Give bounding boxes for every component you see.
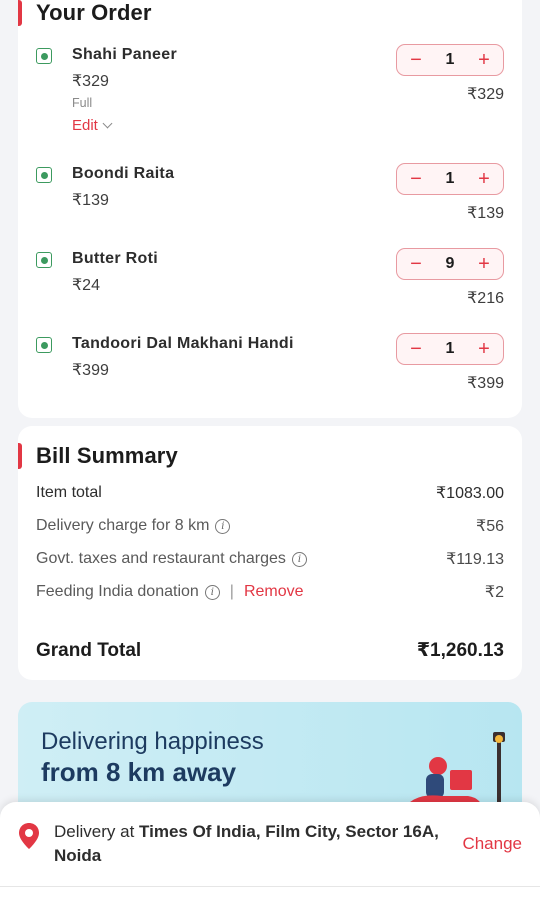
taxes-label-group: Govt. taxes and restaurant charges i: [36, 550, 307, 568]
taxes-label: Govt. taxes and restaurant charges: [36, 550, 286, 567]
location-pin-icon: [19, 823, 39, 849]
donation-row: Feeding India donation i | Remove ₹2: [36, 582, 504, 602]
decrease-quantity-button[interactable]: −: [409, 169, 423, 189]
grand-total-label: Grand Total: [36, 639, 142, 661]
taxes-value: ₹119.13: [446, 551, 504, 568]
veg-icon: [36, 48, 52, 64]
info-icon[interactable]: i: [204, 584, 220, 600]
decrease-quantity-button[interactable]: −: [409, 254, 423, 274]
item-variant: Full: [72, 96, 93, 110]
item-name: Shahi Paneer: [72, 46, 177, 63]
item-line-total: ₹139: [467, 205, 504, 222]
item-price: ₹139: [72, 192, 109, 209]
bill-summary-card: Bill Summary Item total ₹1083.00 Deliver…: [18, 426, 522, 680]
bill-summary-title: Bill Summary: [36, 443, 178, 468]
item-price: ₹399: [72, 362, 109, 379]
increase-quantity-button[interactable]: +: [477, 254, 491, 274]
quantity-stepper: − 1 +: [396, 44, 504, 76]
edit-customization-button[interactable]: Edit: [72, 117, 113, 134]
donation-label-group: Feeding India donation i | Remove: [36, 583, 304, 601]
taxes-row: Govt. taxes and restaurant charges i ₹11…: [36, 549, 504, 569]
bottom-divider: [0, 886, 540, 887]
delivery-address-text: Delivery at Times Of India, Film City, S…: [54, 820, 444, 868]
section-accent-bar: [18, 0, 22, 26]
delivery-charge-label: Delivery charge for 8 km: [36, 517, 210, 534]
increase-quantity-button[interactable]: +: [477, 339, 491, 359]
info-icon[interactable]: i: [291, 551, 307, 567]
increase-quantity-button[interactable]: +: [477, 50, 491, 70]
increase-quantity-button[interactable]: +: [477, 169, 491, 189]
item-line-total: ₹216: [467, 290, 504, 307]
item-line-total: ₹399: [467, 375, 504, 392]
quantity-value: 9: [445, 255, 455, 272]
delivery-charge-label-group: Delivery charge for 8 km i: [36, 517, 231, 535]
quantity-value: 1: [445, 170, 455, 187]
quantity-stepper: − 1 +: [396, 163, 504, 195]
edit-label: Edit: [72, 117, 98, 134]
quantity-stepper: − 9 +: [396, 248, 504, 280]
item-price: ₹24: [72, 277, 100, 294]
grand-total-value: ₹1,260.13: [416, 640, 504, 661]
veg-icon: [36, 252, 52, 268]
grand-total-row: Grand Total ₹1,260.13: [36, 639, 504, 662]
info-icon[interactable]: i: [215, 518, 231, 534]
promo-line-1: Delivering happiness: [41, 728, 264, 755]
item-line-total: ₹329: [467, 86, 504, 103]
veg-icon: [36, 337, 52, 353]
donation-value: ₹2: [484, 584, 504, 601]
change-address-button[interactable]: Change: [462, 834, 522, 854]
delivery-charge-value: ₹56: [476, 518, 504, 535]
item-name: Tandoori Dal Makhani Handi: [72, 335, 294, 352]
promo-line-2: from 8 km away: [41, 757, 237, 787]
quantity-stepper: − 1 +: [396, 333, 504, 365]
remove-donation-button[interactable]: Remove: [244, 583, 304, 601]
section-accent-bar: [18, 443, 22, 469]
veg-icon: [36, 167, 52, 183]
item-total-row: Item total ₹1083.00: [36, 483, 504, 503]
separator: |: [229, 583, 234, 600]
item-price: ₹329: [72, 73, 109, 90]
bill-summary-header: Bill Summary: [18, 443, 178, 469]
item-name: Boondi Raita: [72, 165, 175, 182]
delivery-prefix: Delivery at: [54, 822, 140, 841]
delivery-charge-row: Delivery charge for 8 km i ₹56: [36, 516, 504, 536]
quantity-value: 1: [445, 340, 455, 357]
your-order-card: Your Order Shahi Paneer ₹329 Full Edit −…: [18, 0, 522, 418]
your-order-title: Your Order: [36, 0, 152, 25]
item-name: Butter Roti: [72, 250, 158, 267]
decrease-quantity-button[interactable]: −: [409, 339, 423, 359]
donation-label: Feeding India donation: [36, 583, 199, 600]
chevron-down-icon: [102, 118, 113, 129]
item-total-label: Item total: [36, 484, 102, 501]
item-total-value: ₹1083.00: [435, 485, 504, 502]
decrease-quantity-button[interactable]: −: [409, 50, 423, 70]
your-order-header: Your Order: [18, 0, 152, 26]
quantity-value: 1: [445, 51, 455, 68]
